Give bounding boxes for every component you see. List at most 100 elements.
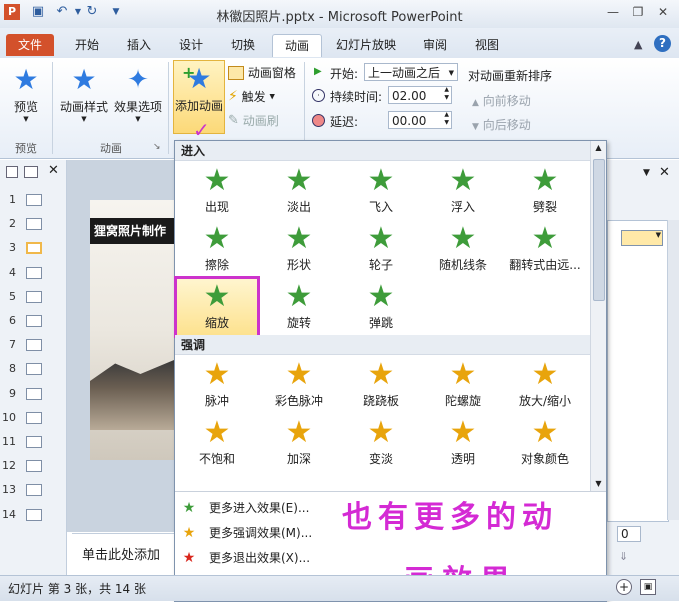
emphasis-effect[interactable]: ★ 不饱和: [177, 415, 257, 471]
emphasis-effect-label: 加深: [286, 452, 311, 466]
effect-options-label: 效果选项: [113, 100, 162, 114]
slide-number: 9: [9, 386, 16, 400]
tab-home[interactable]: 开始: [64, 34, 110, 56]
entrance-effect[interactable]: ★ 浮入: [423, 163, 503, 219]
slide-number: 2: [9, 217, 16, 231]
close-panel-icon[interactable]: ✕: [48, 163, 59, 178]
emphasis-effect[interactable]: ★ 变淡: [341, 415, 421, 471]
entrance-effect[interactable]: ★ 淡出: [259, 163, 339, 219]
entrance-effect[interactable]: ★ 翻转式由远...: [505, 221, 585, 277]
entrance-effect[interactable]: ★ 形状: [259, 221, 339, 277]
close-button[interactable]: ✕: [652, 4, 674, 20]
scroll-thumb[interactable]: [593, 159, 605, 301]
entrance-effect[interactable]: ★ 擦除: [177, 221, 257, 277]
slide-thumbnail[interactable]: [26, 411, 42, 424]
tab-animations[interactable]: 动画: [272, 34, 322, 57]
gallery-scrollbar[interactable]: ▲ ▼: [590, 141, 606, 491]
emphasis-effect[interactable]: ★ 彩色脉冲: [259, 357, 339, 413]
slide-thumbnail[interactable]: [26, 387, 42, 400]
entrance-effect[interactable]: ★ 弹跳: [341, 279, 421, 335]
effect-options-button[interactable]: ✦ 效果选项 ▼: [112, 62, 164, 132]
help-icon[interactable]: ?: [654, 35, 671, 52]
emphasis-effect[interactable]: ★ 陀螺旋: [423, 357, 503, 413]
animation-pane-icon: [228, 65, 244, 80]
slide-thumbnail[interactable]: [26, 266, 42, 279]
entrance-effect[interactable]: ★ 出现: [177, 163, 257, 219]
pane-down-arrow-icon[interactable]: ⇓: [619, 550, 628, 563]
emphasis-effect[interactable]: ★ 加深: [259, 415, 339, 471]
animation-pane-button[interactable]: 动画窗格: [228, 64, 300, 84]
move-later-label: 向后移动: [482, 118, 531, 132]
green-star-icon: ★: [449, 163, 477, 198]
delay-input[interactable]: 00.00 ▲ ▼: [388, 111, 452, 129]
slide-number: 3: [9, 241, 16, 255]
pane-dropdown-icon[interactable]: ▼: [643, 168, 650, 178]
animation-painter-button[interactable]: ✎ 动画刷: [228, 112, 292, 132]
emphasis-effect[interactable]: ★ 透明: [423, 415, 503, 471]
entrance-effect[interactable]: ★ 随机线条: [423, 221, 503, 277]
delay-spinner-icon[interactable]: ▲ ▼: [444, 111, 449, 127]
slide-thumbnail[interactable]: [26, 363, 42, 376]
duration-spinner-icon[interactable]: ▲ ▼: [444, 86, 449, 102]
restore-button[interactable]: ❐: [627, 4, 649, 20]
emphasis-effect[interactable]: ★ 跷跷板: [341, 357, 421, 413]
slide-thumbnail[interactable]: [26, 460, 42, 473]
slide-thumbnail[interactable]: [26, 484, 42, 497]
outline-tab-icon[interactable]: [24, 166, 38, 178]
effect-options-dropdown-icon: ▼: [135, 115, 141, 123]
tab-file[interactable]: 文件: [6, 34, 54, 56]
tab-review[interactable]: 审阅: [412, 34, 458, 56]
more-effects-item[interactable]: ★ 更多退出效果(X)...: [175, 546, 590, 570]
tab-insert[interactable]: 插入: [116, 34, 162, 56]
slide-canvas[interactable]: 狸窝照片制作: [90, 200, 174, 460]
pane-scrollbar[interactable]: [667, 220, 679, 520]
more-effects-label: 更多强调效果(M)...: [209, 526, 313, 540]
pane-item-select[interactable]: ▼: [621, 230, 663, 246]
zoom-effect-selected[interactable]: ★ 缩放: [174, 276, 260, 338]
entrance-effect-label: 浮入: [450, 200, 475, 214]
tab-slideshow[interactable]: 幻灯片放映: [330, 34, 402, 56]
entrance-effect[interactable]: ★ 轮子: [341, 221, 421, 277]
pane-counter[interactable]: 0: [617, 526, 641, 542]
slide-thumbnail[interactable]: [26, 508, 42, 521]
emphasis-effect[interactable]: ★ 对象颜色: [505, 415, 585, 471]
emphasis-effect[interactable]: ★ 脉冲: [177, 357, 257, 413]
slide-thumbnail[interactable]: [26, 290, 42, 303]
slide-thumbnail[interactable]: [26, 194, 42, 206]
tab-transitions[interactable]: 切换: [220, 34, 266, 56]
move-earlier-button[interactable]: ▲ 向前移动: [472, 92, 531, 109]
entrance-effect[interactable]: ★ 旋转: [259, 279, 339, 335]
tab-view[interactable]: 视图: [464, 34, 510, 56]
start-select[interactable]: 上一动画之后 ▼: [364, 63, 458, 81]
fit-window-icon[interactable]: ▣: [640, 579, 656, 595]
more-entrance-icon: ★: [182, 500, 196, 516]
slide-thumbnail[interactable]: [26, 315, 42, 327]
entrance-effect[interactable]: ★ 劈裂: [505, 163, 585, 219]
emphasis-effect[interactable]: ★ 放大/缩小: [505, 357, 585, 413]
slide-thumbnail[interactable]: [26, 436, 42, 448]
scroll-down-icon[interactable]: ▼: [591, 477, 606, 491]
green-star-icon: ★: [367, 163, 395, 198]
minimize-ribbon-icon[interactable]: ▲: [634, 38, 642, 51]
entrance-effect[interactable]: ★ 飞入: [341, 163, 421, 219]
move-later-button[interactable]: ▼ 向后移动: [472, 116, 531, 133]
zoom-in-icon[interactable]: +: [616, 579, 632, 595]
slides-tab-icon[interactable]: [6, 166, 18, 178]
slide-thumbnail[interactable]: [26, 218, 42, 231]
slide-thumbnail[interactable]: [26, 242, 42, 255]
delay-value: 00.00: [392, 114, 427, 128]
scroll-up-icon[interactable]: ▲: [591, 141, 606, 155]
slide-thumbnail[interactable]: [26, 339, 42, 352]
animation-styles-button[interactable]: ★ 动画样式 ▼: [58, 62, 110, 132]
close-pane-icon[interactable]: ✕: [659, 165, 670, 180]
tab-design[interactable]: 设计: [168, 34, 214, 56]
minimize-button[interactable]: —: [602, 4, 624, 20]
reorder-title: 对动画重新排序: [468, 69, 553, 83]
trigger-button[interactable]: ⚡ 触发 ▼: [228, 88, 288, 108]
preview-button[interactable]: ★ 预览 ▼: [6, 62, 46, 132]
duration-input[interactable]: 02.00 ▲ ▼: [388, 86, 452, 104]
dialog-launcher-icon[interactable]: ↘: [153, 142, 161, 152]
green-star-icon: ★: [449, 221, 477, 256]
notes-pane[interactable]: 单击此处添加: [72, 533, 176, 574]
more-effects-label: 更多退出效果(X)...: [209, 551, 311, 565]
